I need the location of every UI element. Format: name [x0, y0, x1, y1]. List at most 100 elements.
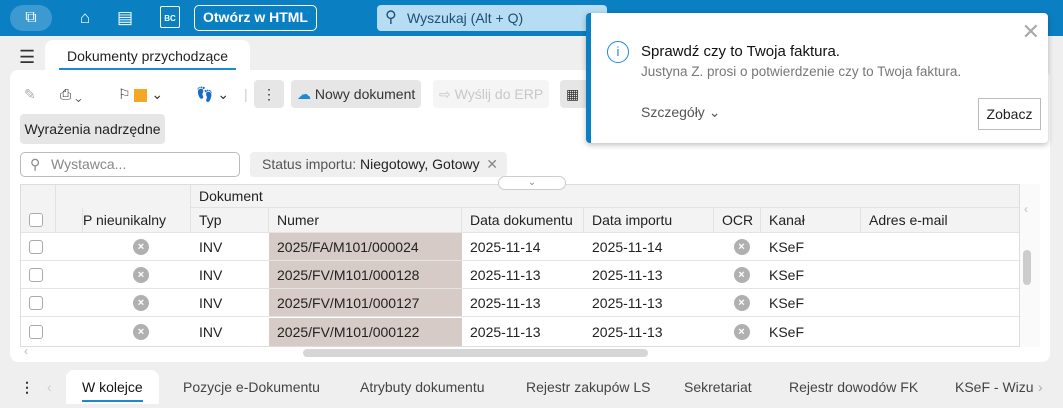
x-circle-icon: × [733, 266, 750, 283]
cell-data-dokumentu: 2025-11-13 [470, 324, 541, 340]
edit-doc-icon[interactable]: ✎ [24, 80, 36, 108]
cell-email [861, 233, 1019, 260]
parent-expressions-button[interactable]: Wyrażenia nadrzędne [20, 114, 165, 144]
tab-atrybuty[interactable]: Atrybuty dokumentu [360, 370, 485, 404]
cloud-add-icon: ☁ [297, 86, 311, 102]
vertical-scrollbar[interactable]: ‹ [1020, 184, 1040, 347]
cell-data-importu: 2025-11-13 [592, 266, 663, 283]
row-checkbox[interactable] [29, 239, 43, 254]
col-header[interactable]: Numer [269, 208, 462, 232]
cell-email [861, 318, 1019, 346]
tab-w-kolejce[interactable]: W kolejce [66, 370, 159, 404]
add-list-icon[interactable]: ▦ [560, 80, 588, 108]
color-swatch[interactable] [134, 88, 148, 102]
cell-numer: 2025/FV/M101/000128 [269, 261, 462, 288]
search-icon: ⚲ [30, 156, 41, 172]
col-header[interactable]: Data importu [584, 208, 714, 232]
bottom-tabs: ⋮ ‹ W kolejce Pozycje e-Dokumentu Atrybu… [0, 366, 1063, 408]
menu-icon[interactable]: ☰ [19, 47, 35, 68]
table-row[interactable]: × INV 2025/FV/M101/000122 2025-11-13 202… [21, 318, 1019, 346]
search-icon: ⚲ [385, 9, 397, 26]
more-icon[interactable]: ⋮ [20, 370, 34, 404]
open-html-button[interactable]: Otwórz w HTML [194, 5, 317, 31]
x-circle-icon: × [133, 324, 149, 340]
new-document-button[interactable]: ☁ Nowy dokument [291, 80, 422, 108]
bc-icon[interactable]: BC [160, 6, 180, 28]
cell-typ: INV [199, 266, 223, 283]
cell-kanal: KSeF [769, 238, 805, 255]
cell-data-importu: 2025-11-13 [592, 294, 663, 311]
horizontal-scrollbar[interactable]: ‹ [20, 344, 1020, 359]
import-status-filter-chip[interactable]: Status importu: Niegotowy, Gotowy ✕ [250, 152, 507, 177]
cell-kanal: KSeF [769, 266, 805, 283]
app-switcher-icon[interactable]: ⧉ [10, 5, 52, 31]
tab-sekretariat[interactable]: Sekretariat [684, 370, 752, 404]
cell-typ: INV [199, 324, 223, 340]
table-row[interactable]: × INV 2025/FV/M101/000128 2025-11-13 202… [21, 261, 1019, 289]
chevron-left-icon[interactable]: ‹ [24, 344, 28, 358]
chip-label: Status importu: [262, 156, 357, 172]
col-header[interactable]: Typ [191, 208, 269, 232]
cell-numer: 2025/FV/M101/000127 [269, 289, 462, 316]
tab-ksef[interactable]: KSeF - Wizua [955, 370, 1033, 404]
tab-dokumenty-przychodzace[interactable]: Dokumenty przychodzące [45, 40, 250, 72]
footsteps-icon[interactable]: 👣 ⌄ [196, 80, 229, 108]
row-checkbox[interactable] [29, 325, 43, 339]
cell-data-importu: 2025-11-14 [592, 238, 663, 255]
send-erp-label: Wyślij do ERP [454, 86, 544, 102]
tab-label: W kolejce [82, 379, 143, 395]
divider: | [244, 86, 248, 102]
cell-data-dokumentu: 2025-11-13 [470, 266, 541, 283]
details-toggle[interactable]: Szczegóły ⌄ [641, 104, 720, 121]
notification-message: Justyna Z. prosi o potwierdzenie czy to … [641, 64, 962, 79]
cell-typ: INV [199, 238, 223, 255]
cell-data-dokumentu: 2025-11-14 [470, 238, 541, 255]
table-row[interactable]: × INV 2025/FV/M101/000127 2025-11-13 202… [21, 289, 1019, 317]
news-icon[interactable]: ▤ [113, 6, 137, 30]
x-circle-icon: × [133, 294, 149, 311]
tab-rejestr-zakupow[interactable]: Rejestr zakupów LS [526, 370, 651, 404]
col-header[interactable]: Adres e-mail [861, 208, 1019, 232]
chevron-right-icon[interactable]: › [1038, 370, 1043, 404]
notification-title: Sprawdź czy to Twoja faktura. [641, 43, 840, 60]
x-circle-icon: × [733, 294, 750, 311]
view-button[interactable]: Zobacz [978, 98, 1041, 130]
info-icon: i [607, 41, 629, 63]
scroll-thumb[interactable] [303, 349, 648, 357]
notification-toast: i Sprawdź czy to Twoja faktura. Justyna … [586, 13, 1048, 143]
scroll-thumb[interactable] [1023, 250, 1031, 285]
print-icon[interactable]: ⎙ ⌄ [60, 80, 82, 108]
send-icon: ⇨ [439, 86, 451, 102]
issuer-search-input[interactable]: ⚲ Wystawca... [20, 152, 240, 177]
chevron-left-icon[interactable]: ‹ [1024, 202, 1028, 216]
cell-email [861, 289, 1019, 316]
home-icon[interactable]: ⌂ [73, 6, 97, 30]
more-icon[interactable]: ⋮ [254, 80, 284, 108]
x-circle-icon: × [733, 238, 750, 255]
tab-pozycje[interactable]: Pozycje e-Dokumentu [183, 370, 320, 404]
group-header: Dokument [191, 185, 1019, 208]
row-checkbox[interactable] [29, 267, 43, 282]
col-header[interactable]: Data dokumentu [462, 208, 584, 232]
col-header[interactable]: Kanał [761, 208, 861, 232]
col-header[interactable]: OCR [714, 208, 761, 232]
placeholder: Wystawca... [51, 156, 127, 172]
row-checkbox[interactable] [29, 295, 43, 310]
flag-icon[interactable]: ⚐ ⌄ [118, 80, 163, 108]
tab-rejestr-dowodow[interactable]: Rejestr dowodów FK [789, 370, 918, 404]
cell-data-importu: 2025-11-13 [592, 324, 663, 340]
table-row[interactable]: × INV 2025/FA/M101/000024 2025-11-14 202… [21, 233, 1019, 261]
chip-value: Niegotowy, Gotowy [360, 156, 480, 172]
select-all-checkbox[interactable] [29, 213, 43, 227]
chevron-left-icon[interactable]: ‹ [47, 370, 52, 404]
cell-email [861, 261, 1019, 288]
cell-kanal: KSeF [769, 324, 805, 340]
new-doc-label: Nowy dokument [314, 86, 416, 102]
close-icon[interactable]: ✕ [1022, 19, 1040, 45]
col-header[interactable]: P nieunikalny [83, 208, 191, 232]
send-erp-button[interactable]: ⇨ Wyślij do ERP [433, 80, 550, 108]
cell-typ: INV [199, 294, 223, 311]
global-search-input[interactable]: ⚲ Wyszukaj (Alt + Q) [377, 5, 607, 31]
close-icon[interactable]: ✕ [486, 152, 498, 177]
chevron-down-icon[interactable]: ⌄ [498, 176, 566, 190]
